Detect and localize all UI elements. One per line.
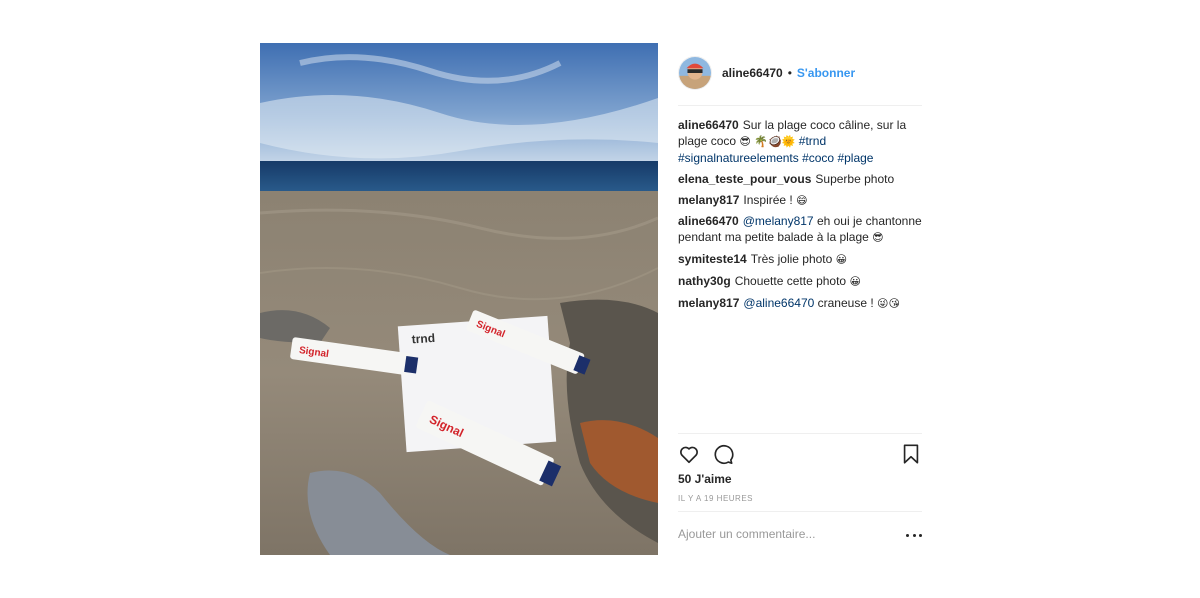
avatar-image (679, 57, 711, 89)
emoji: 😄 (796, 193, 808, 207)
mention-link[interactable]: @melany817 (743, 214, 814, 228)
comment-username[interactable]: aline66470 (678, 118, 739, 132)
more-options-button[interactable] (906, 527, 922, 543)
post-photo[interactable]: trnd Signal Signal Signal (260, 43, 658, 555)
more-dot (919, 533, 922, 537)
header-divider (678, 105, 922, 106)
comment-item: nathy30g Chouette cette photo 😀 (678, 273, 922, 290)
follow-button[interactable]: S'abonner (797, 66, 855, 80)
comment-item: aline66470 @melany817 eh oui je chantonne… (678, 213, 922, 246)
bookmark-icon (903, 444, 919, 464)
comment-text: craneuse ! (814, 295, 877, 310)
comments-list: aline66470 Sur la plage coco câline, sur … (678, 117, 922, 317)
hashtag-link[interactable]: #trnd (795, 134, 826, 148)
heart-icon (680, 446, 698, 464)
post-actions (678, 443, 922, 467)
emoji: 😎 🌴🥥🌞 (739, 135, 796, 148)
emoji: 😀 (835, 253, 848, 267)
comment-username[interactable]: nathy30g (678, 274, 731, 288)
comment-item: melany817 Inspirée ! 😄 (678, 192, 922, 209)
emoji: 😜😘 (877, 296, 900, 310)
hashtag-link[interactable]: #signalnatureelements (678, 151, 799, 165)
comment-username[interactable]: elena_teste_pour_vous (678, 172, 811, 186)
comment-username[interactable]: melany817 (678, 193, 739, 207)
comment-username[interactable]: melany817 (678, 296, 739, 310)
comment-text: Superbe photo (815, 171, 895, 186)
avatar[interactable] (678, 56, 712, 90)
separator-dot: • (787, 66, 792, 80)
comment-item: aline66470 Sur la plage coco câline, sur … (678, 117, 922, 166)
comment-text: Très jolie photo (750, 252, 836, 267)
save-button[interactable] (900, 443, 924, 467)
hashtag-link[interactable]: #coco (799, 151, 834, 165)
likes-count[interactable]: 50 J'aime (678, 472, 732, 486)
comment-text: Chouette cette photo (734, 273, 850, 288)
hashtag-link[interactable]: #plage (834, 151, 873, 165)
add-comment-input[interactable] (678, 527, 888, 541)
post-sidebar: aline66470 • S'abonner aline66470 Sur la … (678, 43, 922, 555)
comment-bubble-icon (714, 444, 734, 465)
add-comment-divider (678, 511, 922, 512)
comment-username[interactable]: aline66470 (678, 214, 739, 228)
emoji: 😎 (872, 231, 884, 245)
comment-item: melany817 @aline66470 craneuse ! 😜😘 (678, 295, 922, 312)
more-dot (912, 533, 916, 537)
comment-item: elena_teste_pour_vous Superbe photo (678, 171, 922, 187)
comment-button[interactable] (712, 443, 736, 467)
post-header: aline66470 • S'abonner (678, 53, 855, 93)
comment-username[interactable]: symiteste14 (678, 252, 747, 266)
comments-divider (678, 433, 922, 434)
emoji: 😀 (849, 274, 861, 288)
comment-text: Inspirée ! (743, 192, 797, 207)
more-dot (906, 533, 909, 537)
author-username[interactable]: aline66470 (722, 66, 783, 80)
svg-text:trnd: trnd (411, 331, 435, 347)
mention-link[interactable]: @aline66470 (743, 296, 814, 310)
comment-item: symiteste14 Très jolie photo 😀 (678, 251, 922, 268)
like-button[interactable] (678, 443, 702, 467)
beach-photo-image: trnd Signal Signal Signal (260, 43, 658, 555)
post-timestamp[interactable]: IL Y A 19 HEURES (678, 494, 753, 503)
